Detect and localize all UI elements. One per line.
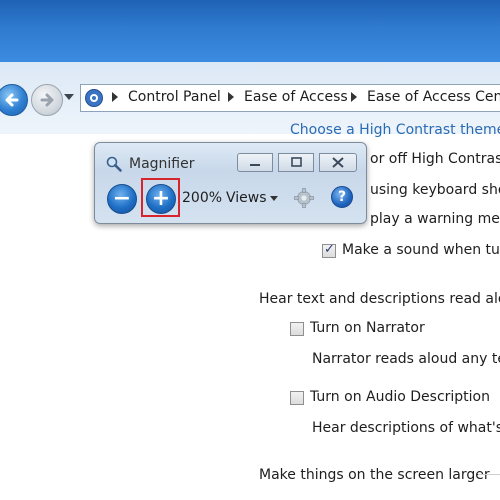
hear-text-section-title: Hear text and descriptions read aloud [259,291,500,307]
audio-description-desc: Hear descriptions of what's h [312,420,500,436]
screen-larger-section-title: Make things on the screen larger [259,467,490,483]
minimize-button[interactable] [237,153,273,172]
breadcrumb-separator[interactable] [228,92,234,102]
high-contrast-toggle-text: or off High Contrast [370,151,500,167]
zoom-in-highlight [141,178,180,217]
gear-icon[interactable] [293,187,315,209]
help-button[interactable]: ? [331,186,353,208]
magnifier-window[interactable]: Magnifier − + 200% Views ? [94,142,367,224]
back-arrow-icon [5,93,19,107]
keyboard-shortcut-text: using keyboard short [370,182,500,198]
minimize-icon [250,164,260,166]
views-menu[interactable]: Views [226,190,267,206]
make-sound-label[interactable]: Make a sound when turn [342,242,500,258]
narrator-checkbox[interactable] [290,322,304,336]
breadcrumb-separator[interactable] [351,92,357,102]
zoom-out-button[interactable]: − [107,184,137,214]
close-button[interactable] [319,153,357,172]
warning-message-text: play a warning messa [370,211,500,227]
make-sound-checkbox[interactable] [322,242,336,258]
narrator-label[interactable]: Turn on Narrator [310,320,425,336]
magnifier-title: Magnifier [129,156,195,172]
chevron-down-icon[interactable] [270,196,278,201]
section-divider [478,474,500,475]
help-icon: ? [337,189,347,205]
close-icon [332,157,344,168]
breadcrumb-ease-of-access[interactable]: Ease of Access [244,89,348,105]
breadcrumb-separator[interactable] [112,92,118,102]
recent-pages-dropdown[interactable] [64,94,74,100]
zoom-level: 200% [182,190,223,206]
breadcrumb-ease-of-access-center[interactable]: Ease of Access Cente [367,89,500,105]
window-title-bar [0,0,500,62]
forward-button[interactable] [31,84,63,116]
restore-icon [291,157,302,167]
restore-button[interactable] [278,153,314,172]
minus-icon: − [112,186,132,211]
audio-description-label[interactable]: Turn on Audio Description [310,389,490,405]
narrator-description: Narrator reads aloud any tex [312,351,500,367]
magnifier-icon [106,156,122,172]
control-panel-icon [85,89,103,107]
breadcrumb-control-panel[interactable]: Control Panel [128,89,221,105]
high-contrast-theme-link[interactable]: Choose a High Contrast theme [290,122,500,138]
forward-arrow-icon [40,93,54,107]
audio-description-checkbox[interactable] [290,391,304,405]
